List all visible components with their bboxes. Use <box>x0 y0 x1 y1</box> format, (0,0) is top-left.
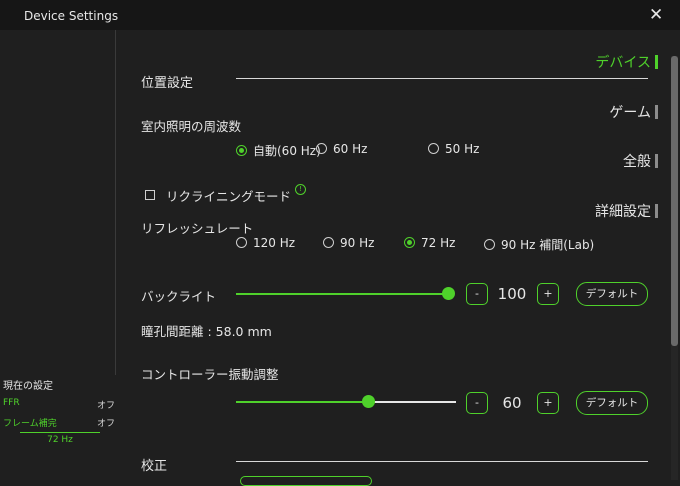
radio-icon <box>236 237 247 248</box>
sidebar-divider <box>115 30 116 375</box>
sidebar-item-label: 全般 <box>623 154 651 170</box>
section-title-calibration: 校正 <box>141 459 168 474</box>
vibration-decrease-button[interactable]: - <box>466 392 488 414</box>
section-divider <box>236 461 648 462</box>
backlight-value: 100 <box>497 285 527 303</box>
title-bar: Device Settings ✕ <box>0 0 680 30</box>
info-icon[interactable]: ! <box>295 184 306 195</box>
backlight-decrease-button[interactable]: - <box>466 283 488 305</box>
radio-label: 自動(60 Hz) <box>253 144 321 158</box>
sidebar-item-label: 詳細設定 <box>595 204 651 220</box>
vibration-increase-button[interactable]: + <box>537 392 559 414</box>
sidebar-item-game[interactable]: ゲーム <box>609 102 658 122</box>
calibration-button[interactable] <box>240 476 372 486</box>
close-icon[interactable]: ✕ <box>649 5 663 25</box>
scrollbar-thumb[interactable] <box>671 56 678 346</box>
setting-key: フレーム補完 <box>3 419 57 429</box>
radio-label: 60 Hz <box>333 142 368 156</box>
recline-label: リクライニングモード <box>166 189 292 204</box>
indicator <box>655 105 658 119</box>
sidebar-item-label: デバイス <box>595 55 651 71</box>
radio-icon <box>404 237 415 248</box>
setting-key: FFR <box>3 398 20 408</box>
active-indicator <box>655 55 658 69</box>
backlight-default-button[interactable]: デフォルト <box>576 282 648 306</box>
radio-refresh-120[interactable]: 120 Hz <box>236 236 295 250</box>
current-settings-title: 現在の設定 <box>3 381 53 392</box>
radio-refresh-72[interactable]: 72 Hz <box>404 236 455 250</box>
radio-refresh-90[interactable]: 90 Hz <box>323 236 374 250</box>
radio-label: 72 Hz <box>421 236 456 250</box>
refresh-rate-label: リフレッシュレート <box>141 221 254 236</box>
sidebar-item-label: ゲーム <box>609 105 651 121</box>
vibration-label: コントローラー振動調整 <box>141 367 279 382</box>
backlight-slider[interactable] <box>236 287 455 300</box>
slider-fill <box>236 401 368 403</box>
slider-thumb[interactable] <box>362 395 375 408</box>
radio-icon <box>323 237 334 248</box>
vibration-value: 60 <box>502 394 522 412</box>
slider-thumb[interactable] <box>442 287 455 300</box>
radio-flicker-60[interactable]: 60 Hz <box>316 142 367 156</box>
radio-label: 90 Hz 補間(Lab) <box>501 238 595 252</box>
vibration-default-button[interactable]: デフォルト <box>576 391 648 415</box>
backlight-label: バックライト <box>141 289 217 304</box>
sidebar-item-general[interactable]: 全般 <box>623 151 658 171</box>
radio-label: 120 Hz <box>253 236 296 250</box>
section-divider <box>236 78 648 79</box>
setting-value: オフ <box>96 419 115 429</box>
radio-flicker-auto[interactable]: 自動(60 Hz) <box>236 142 321 159</box>
ipd-readout: 瞳孔間距離 : 58.0 mm <box>141 324 272 339</box>
radio-label: 90 Hz <box>340 236 375 250</box>
indicator <box>655 204 658 218</box>
window-title: Device Settings <box>24 9 119 23</box>
flicker-label: 室内照明の周波数 <box>141 119 242 134</box>
section-title-position: 位置設定 <box>141 76 194 91</box>
sidebar <box>0 30 115 480</box>
sidebar-item-device[interactable]: デバイス <box>595 52 658 72</box>
radio-icon <box>484 239 495 250</box>
sidebar-item-advanced[interactable]: 詳細設定 <box>595 201 658 221</box>
vibration-slider[interactable] <box>236 395 456 408</box>
radio-icon <box>316 143 327 154</box>
divider <box>20 432 100 433</box>
radio-label: 50 Hz <box>445 142 480 156</box>
indicator <box>655 154 658 168</box>
radio-icon <box>236 145 247 156</box>
radio-refresh-90-lab[interactable]: 90 Hz 補間(Lab) <box>484 236 594 253</box>
slider-fill <box>236 293 448 295</box>
backlight-increase-button[interactable]: + <box>537 283 559 305</box>
setting-value: オフ <box>96 401 115 411</box>
radio-icon <box>428 143 439 154</box>
radio-flicker-50[interactable]: 50 Hz <box>428 142 479 156</box>
recline-checkbox[interactable] <box>145 190 155 200</box>
current-refresh-rate: 72 Hz <box>47 435 73 445</box>
